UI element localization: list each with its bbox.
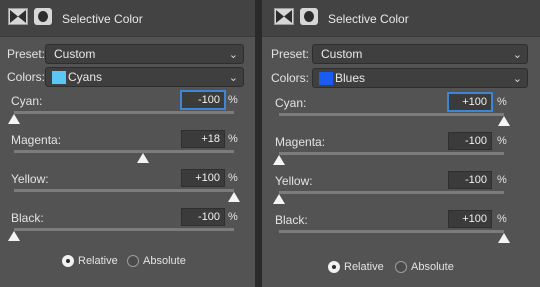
magenta-slider-track[interactable] <box>279 152 504 155</box>
selective-color-panel-right: Selective Color Preset: Custom ⌄ Colors:… <box>262 0 540 287</box>
colors-label: Colors: <box>271 71 310 85</box>
percent-sign: % <box>228 211 238 223</box>
cyan-slider-track[interactable] <box>279 113 504 116</box>
percent-sign: % <box>497 96 507 108</box>
colors-label: Colors: <box>7 70 46 84</box>
colors-dropdown[interactable]: Cyans ⌄ <box>45 67 244 87</box>
percent-sign: % <box>228 133 238 145</box>
color-swatch <box>52 71 66 84</box>
relative-radio[interactable] <box>62 255 74 267</box>
colors-value: Blues <box>335 71 366 85</box>
black-slider-thumb[interactable] <box>8 231 20 241</box>
black-label: Black: <box>11 211 44 225</box>
adjustment-layer-icon[interactable] <box>274 8 294 25</box>
yellow-slider-track[interactable] <box>14 189 234 192</box>
yellow-label: Yellow: <box>275 174 313 188</box>
magenta-slider-thumb[interactable] <box>273 155 285 165</box>
yellow-slider-thumb[interactable] <box>273 194 285 204</box>
absolute-label: Absolute <box>411 261 454 273</box>
panel-gap <box>255 0 260 287</box>
black-label: Black: <box>275 213 308 227</box>
adjustment-layer-icon[interactable] <box>8 8 28 25</box>
black-value-field[interactable]: -100 <box>181 208 225 226</box>
absolute-radio[interactable] <box>395 261 407 273</box>
absolute-label: Absolute <box>143 255 186 267</box>
yellow-slider-thumb[interactable] <box>228 192 240 202</box>
color-swatch <box>319 72 333 85</box>
preset-dropdown[interactable]: Custom ⌄ <box>45 44 244 64</box>
preset-label: Preset: <box>7 47 46 61</box>
relative-label: Relative <box>344 261 384 273</box>
relative-label: Relative <box>78 255 118 267</box>
percent-sign: % <box>497 135 507 147</box>
chevron-down-icon: ⌄ <box>228 72 238 84</box>
cyan-label: Cyan: <box>11 94 43 108</box>
cyan-slider-thumb[interactable] <box>8 114 20 124</box>
colors-dropdown[interactable]: Blues ⌄ <box>312 68 528 88</box>
absolute-radio[interactable] <box>127 255 139 267</box>
preset-dropdown[interactable]: Custom ⌄ <box>312 44 528 64</box>
percent-sign: % <box>228 172 238 184</box>
panel-title: Selective Color <box>62 12 143 26</box>
black-slider-track[interactable] <box>279 230 504 233</box>
selective-color-panel-left: Selective Color Preset: Custom ⌄ Colors:… <box>0 0 255 287</box>
cyan-value-field[interactable]: -100 <box>181 91 225 109</box>
black-slider-thumb[interactable] <box>498 233 510 243</box>
percent-sign: % <box>497 213 507 225</box>
cyan-slider-thumb[interactable] <box>498 116 510 126</box>
magenta-value-field[interactable]: -100 <box>448 132 492 150</box>
magenta-value-field[interactable]: +18 <box>181 130 225 148</box>
relative-radio[interactable] <box>328 261 340 273</box>
magenta-label: Magenta: <box>275 135 326 149</box>
chevron-down-icon: ⌄ <box>228 49 238 61</box>
cyan-label: Cyan: <box>275 96 307 110</box>
black-value-field[interactable]: +100 <box>448 210 492 228</box>
panel-title: Selective Color <box>328 12 409 26</box>
yellow-label: Yellow: <box>11 172 49 186</box>
layer-mask-icon[interactable] <box>300 8 318 25</box>
colors-value: Cyans <box>68 70 103 84</box>
layer-mask-icon[interactable] <box>34 8 52 25</box>
chevron-down-icon: ⌄ <box>512 49 522 61</box>
yellow-value-field[interactable]: +100 <box>181 169 225 187</box>
panel-header: Selective Color <box>0 0 255 37</box>
cyan-value-field[interactable]: +100 <box>448 93 492 111</box>
chevron-down-icon: ⌄ <box>512 73 522 85</box>
yellow-slider-track[interactable] <box>279 191 504 194</box>
preset-value: Custom <box>321 47 363 61</box>
magenta-slider-track[interactable] <box>14 150 234 153</box>
preset-value: Custom <box>54 47 96 61</box>
preset-label: Preset: <box>271 47 310 61</box>
black-slider-track[interactable] <box>14 228 234 231</box>
magenta-slider-thumb[interactable] <box>137 153 149 163</box>
magenta-label: Magenta: <box>11 133 62 147</box>
percent-sign: % <box>497 174 507 186</box>
yellow-value-field[interactable]: -100 <box>448 171 492 189</box>
percent-sign: % <box>228 94 238 106</box>
cyan-slider-track[interactable] <box>14 111 234 114</box>
panel-header: Selective Color <box>262 0 540 37</box>
